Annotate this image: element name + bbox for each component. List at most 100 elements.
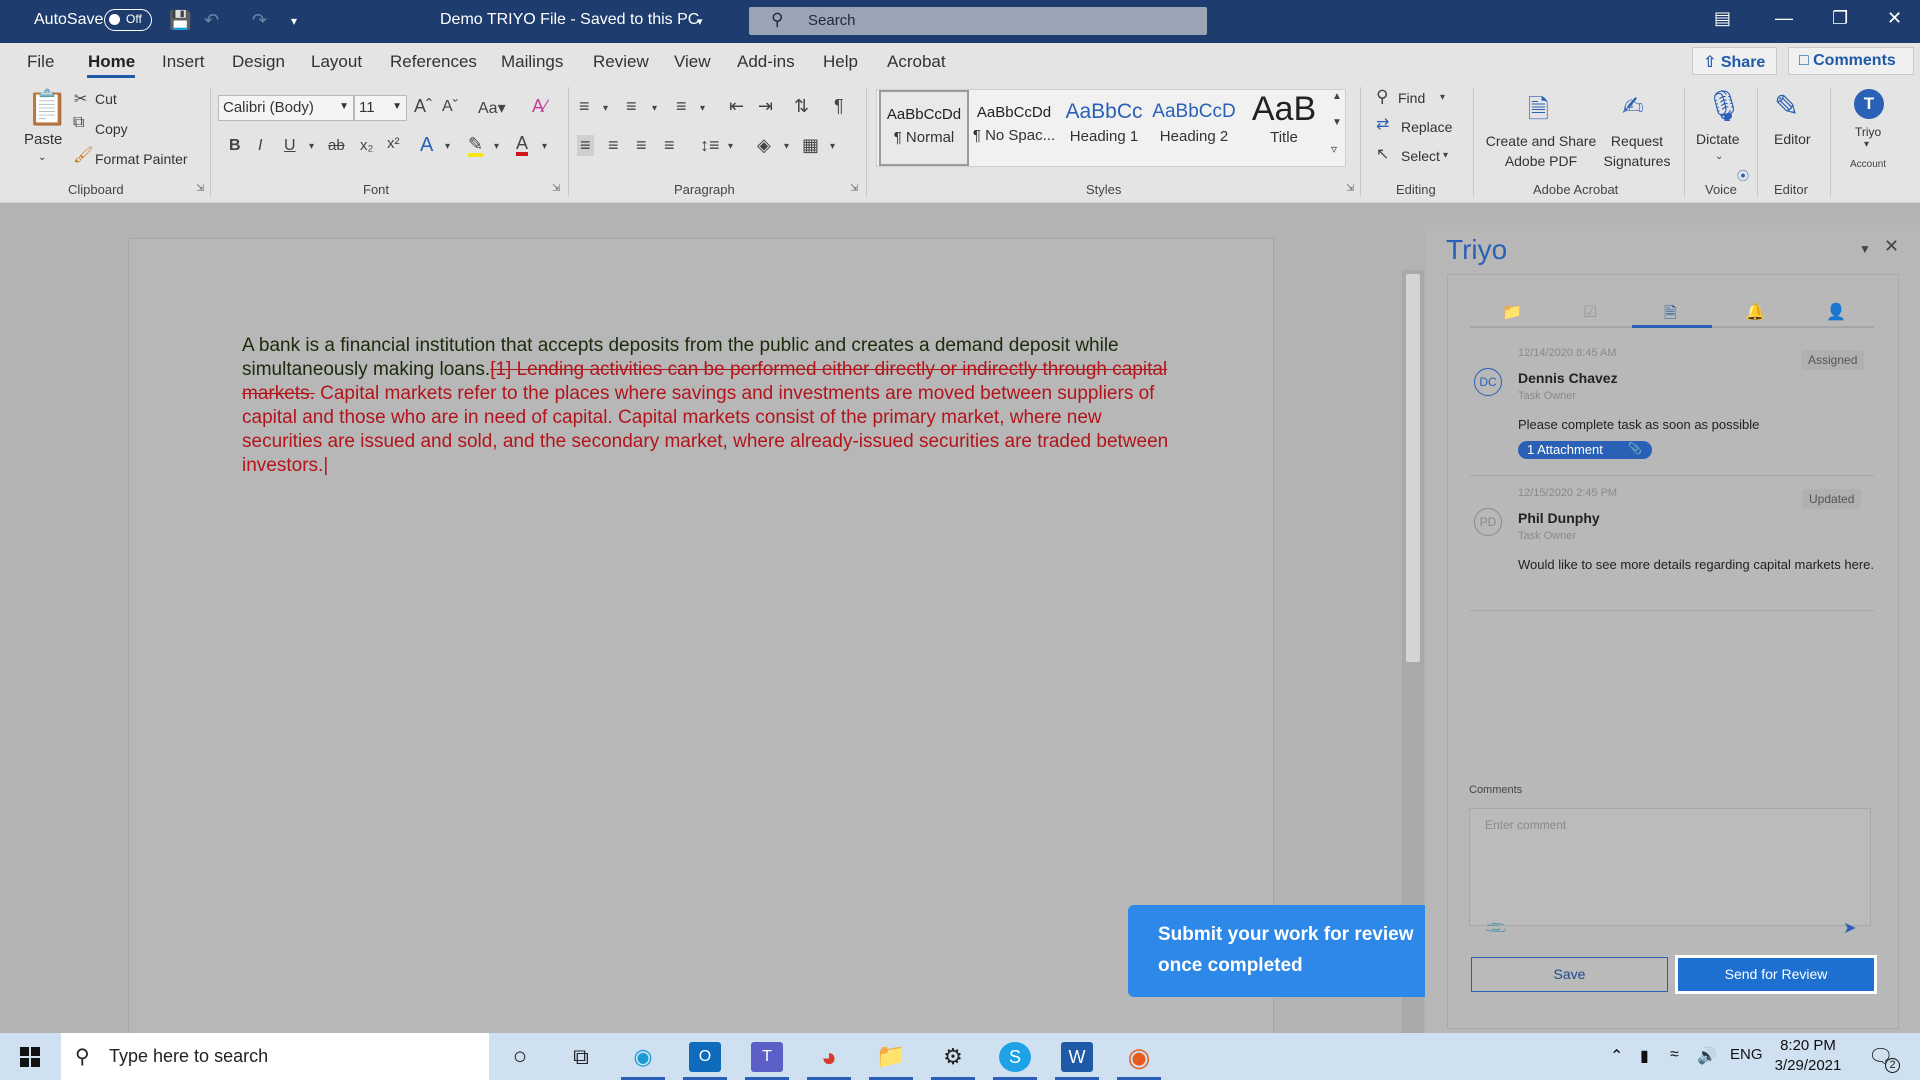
style-heading-2[interactable]: AaBbCcD Heading 2 [1149, 90, 1239, 166]
sort-icon[interactable]: ⇅ [794, 96, 809, 117]
borders-icon[interactable]: ▦ [802, 135, 819, 156]
show-formatting-marks-icon[interactable]: ¶ [834, 96, 844, 117]
numbering-dropdown-icon[interactable]: ▾ [652, 103, 657, 114]
document-body[interactable]: A bank is a financial institution that a… [242, 334, 1182, 478]
share-button[interactable]: ⇧ Share [1692, 47, 1777, 75]
redo-icon[interactable]: ↷ [252, 10, 267, 31]
strikethrough-icon[interactable]: ab [328, 137, 345, 154]
battery-icon[interactable]: ▮ [1640, 1046, 1649, 1066]
font-color-dropdown-icon[interactable]: ▾ [542, 141, 547, 152]
autosave-toggle[interactable]: Off [104, 9, 152, 31]
italic-icon[interactable]: I [258, 137, 262, 155]
customize-qat-icon[interactable]: ▾ [291, 14, 297, 28]
account-dropdown-icon[interactable]: ▾ [1864, 139, 1869, 150]
bold-icon[interactable]: B [229, 137, 241, 155]
user-tab-icon[interactable]: 👤 [1826, 302, 1846, 322]
underline-dropdown-icon[interactable]: ▾ [309, 141, 314, 152]
notifications-tab-icon[interactable]: 🔔 [1745, 302, 1765, 322]
change-case-icon[interactable]: Aa▾ [478, 98, 506, 118]
tab-design[interactable]: Design [232, 52, 285, 72]
align-left-icon[interactable]: ≡ [577, 135, 594, 156]
grow-font-icon[interactable]: Aˆ [414, 96, 432, 117]
tab-home[interactable]: Home [88, 52, 135, 72]
bullets-dropdown-icon[interactable]: ▾ [603, 103, 608, 114]
select-dropdown-icon[interactable]: ▾ [1443, 150, 1448, 161]
account-name[interactable]: Triyo [1855, 125, 1881, 139]
scrollbar-thumb[interactable] [1406, 274, 1420, 662]
styles-more-icon[interactable]: ▿ [1331, 142, 1337, 156]
highlight-dropdown-icon[interactable]: ▾ [494, 141, 499, 152]
settings-gear-icon[interactable]: ⚙ [937, 1042, 969, 1072]
firefox-icon[interactable]: ◉ [1123, 1042, 1155, 1072]
dictate-button[interactable]: Dictate [1696, 131, 1740, 147]
multilevel-dropdown-icon[interactable]: ▾ [700, 103, 705, 114]
copy-button[interactable]: Copy [95, 121, 128, 137]
find-button[interactable]: Find [1398, 90, 1425, 106]
font-family-select[interactable]: Calibri (Body) ▼ [218, 95, 354, 121]
minimize-icon[interactable]: — [1775, 8, 1793, 29]
restore-icon[interactable]: ❐ [1832, 8, 1848, 29]
file-explorer-icon[interactable]: 📁 [875, 1042, 907, 1072]
send-icon[interactable]: ➤ [1843, 918, 1856, 938]
style-title[interactable]: AaB Title [1239, 90, 1329, 166]
bullets-icon[interactable]: ≡ [579, 96, 590, 117]
underline-icon[interactable]: U [284, 137, 296, 155]
line-spacing-icon[interactable]: ↕≡ [700, 135, 720, 156]
dictate-dropdown-icon[interactable]: ⌄ [1715, 151, 1723, 162]
clipboard-dialog-launcher-icon[interactable]: ⇲ [196, 183, 204, 194]
line-spacing-dropdown-icon[interactable]: ▾ [728, 141, 733, 152]
attachment-chip[interactable]: 1 Attachment 📎 [1518, 441, 1652, 459]
request-signatures-button[interactable]: Request Signatures [1600, 131, 1674, 171]
multilevel-list-icon[interactable]: ≡ [676, 96, 687, 117]
volume-icon[interactable]: 🔊 [1697, 1046, 1717, 1066]
shading-icon[interactable]: ◈ [757, 135, 771, 156]
text-effects-dropdown-icon[interactable]: ▾ [445, 141, 450, 152]
tab-add-ins[interactable]: Add-ins [737, 52, 795, 72]
font-dialog-launcher-icon[interactable]: ⇲ [552, 183, 560, 194]
word-icon[interactable]: W [1061, 1042, 1093, 1072]
shading-dropdown-icon[interactable]: ▾ [784, 141, 789, 152]
voice-settings-icon[interactable]: ⦿ [1737, 167, 1749, 184]
paste-button[interactable]: Paste [24, 131, 62, 148]
text-effects-icon[interactable]: A [420, 134, 433, 157]
show-hidden-icons-icon[interactable]: ⌃ [1610, 1046, 1623, 1066]
styles-scroll-up-icon[interactable]: ▲ [1332, 91, 1342, 102]
title-dropdown-icon[interactable]: ▾ [697, 15, 703, 28]
pane-close-icon[interactable]: ✕ [1884, 236, 1899, 257]
increase-indent-icon[interactable]: ⇥ [758, 96, 773, 117]
teams-icon[interactable]: T [751, 1042, 783, 1072]
task-view-icon[interactable]: ⧉ [565, 1042, 597, 1072]
tasks-tab-icon[interactable]: ☑ [1583, 302, 1597, 322]
skype-icon[interactable]: S [999, 1042, 1031, 1072]
system-clock[interactable]: 8:20 PM 3/29/2021 [1768, 1036, 1848, 1076]
justify-icon[interactable]: ≡ [664, 135, 675, 156]
save-button[interactable]: Save [1471, 957, 1668, 992]
tab-layout[interactable]: Layout [311, 52, 362, 72]
select-button[interactable]: Select [1401, 148, 1440, 164]
ribbon-display-options-icon[interactable]: ▤ [1714, 8, 1731, 29]
tab-file[interactable]: File [27, 52, 54, 72]
outlook-icon[interactable]: O [689, 1042, 721, 1072]
language-indicator[interactable]: ENG [1730, 1046, 1763, 1063]
find-dropdown-icon[interactable]: ▾ [1440, 92, 1445, 103]
tab-references[interactable]: References [390, 52, 477, 72]
taskbar-search-box[interactable]: ⚲ Type here to search [61, 1033, 489, 1080]
styles-dialog-launcher-icon[interactable]: ⇲ [1346, 183, 1354, 194]
cut-button[interactable]: Cut [95, 91, 117, 107]
style-normal[interactable]: AaBbCcDd ¶ Normal [879, 90, 969, 166]
comments-button[interactable]: □ Comments [1788, 47, 1914, 75]
paragraph-dialog-launcher-icon[interactable]: ⇲ [850, 183, 858, 194]
superscript-icon[interactable]: x² [387, 135, 400, 152]
numbering-icon[interactable]: ≡ [626, 96, 637, 117]
format-painter-button[interactable]: Format Painter [95, 151, 188, 167]
borders-dropdown-icon[interactable]: ▾ [830, 141, 835, 152]
highlight-icon[interactable]: ✎ [468, 135, 484, 157]
style-no-spacing[interactable]: AaBbCcDd ¶ No Spac... [969, 90, 1059, 166]
create-share-pdf-button[interactable]: Create and Share Adobe PDF [1484, 131, 1598, 171]
editor-button[interactable]: Editor [1774, 131, 1811, 147]
align-center-icon[interactable]: ≡ [608, 135, 619, 156]
send-for-review-button[interactable]: Send for Review [1675, 955, 1877, 994]
clear-formatting-icon[interactable]: A∕ [532, 96, 547, 117]
paste-icon[interactable]: 📋 [26, 88, 68, 128]
tab-help[interactable]: Help [823, 52, 858, 72]
